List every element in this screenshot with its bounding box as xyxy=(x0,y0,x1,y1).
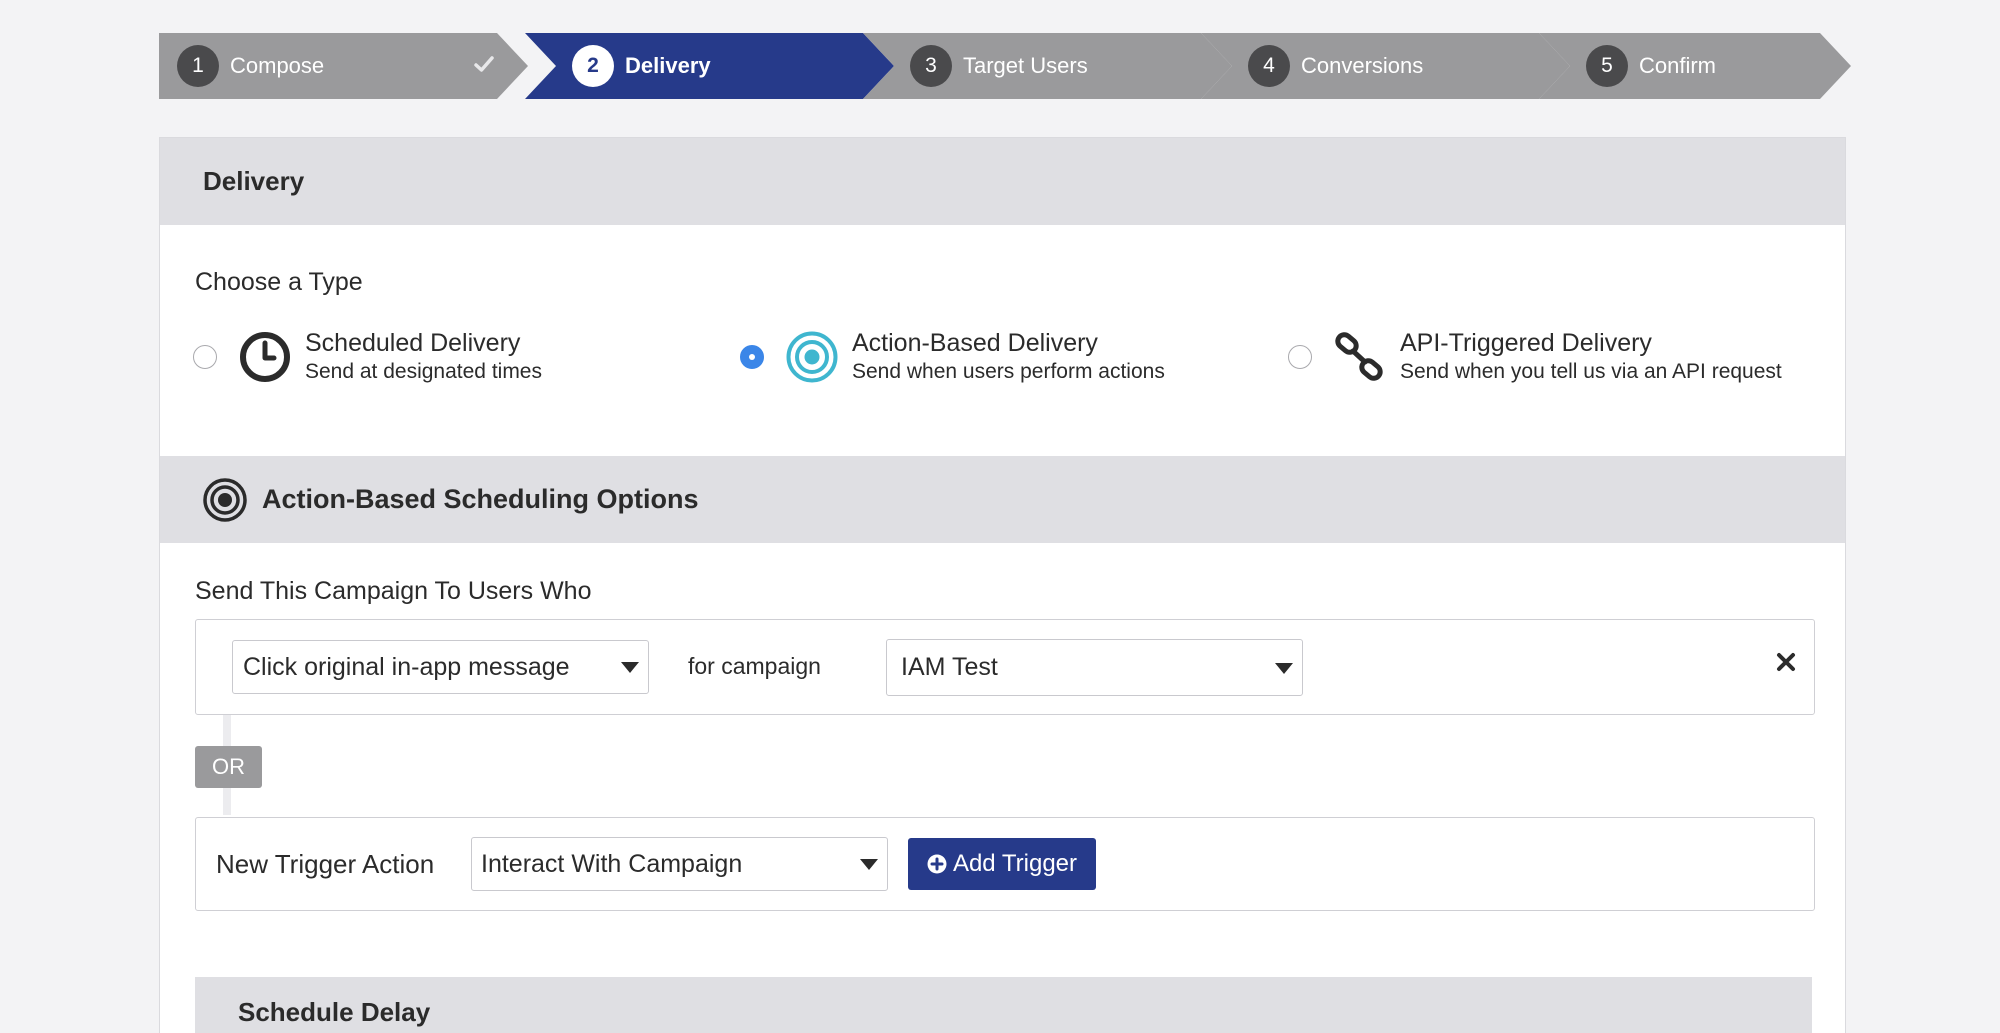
target-icon xyxy=(203,477,247,522)
select-value: IAM Test xyxy=(901,653,998,681)
step-confirm[interactable]: 5 Confirm xyxy=(1539,33,1851,99)
send-campaign-heading: Send This Campaign To Users Who xyxy=(195,577,592,605)
type-option-action-based[interactable]: Action-Based Delivery Send when users pe… xyxy=(740,328,1165,386)
or-badge: OR xyxy=(195,746,262,788)
checkmark-icon xyxy=(474,56,494,72)
step-label: Confirm xyxy=(1639,53,1717,78)
close-icon[interactable] xyxy=(1775,651,1797,673)
new-trigger-row: New Trigger Action Interact With Campaig… xyxy=(195,817,1815,911)
step-number: 2 xyxy=(572,45,614,87)
wizard-steps: 1 Compose 2 Delivery 3 Target Users 4 Co… xyxy=(159,33,1851,99)
type-option-api-triggered[interactable]: API-Triggered Delivery Send when you tel… xyxy=(1288,328,1782,386)
step-number: 3 xyxy=(910,45,952,87)
link-icon xyxy=(1335,332,1383,381)
radio-scheduled[interactable] xyxy=(193,345,217,369)
new-trigger-label: New Trigger Action xyxy=(216,849,435,879)
step-number: 4 xyxy=(1248,45,1290,87)
trigger-action-select[interactable]: Click original in-app message xyxy=(232,640,649,694)
delivery-panel: Delivery Choose a Type Scheduled Deliver… xyxy=(159,137,1846,1033)
trigger-row: Click original in-app message for campai… xyxy=(195,619,1815,715)
choose-type-heading: Choose a Type xyxy=(195,268,363,296)
schedule-delay-header: Schedule Delay xyxy=(195,977,1812,1033)
step-conversions[interactable]: 4 Conversions xyxy=(1201,33,1570,99)
step-label: Delivery xyxy=(625,53,711,78)
scheduling-options-title: Action-Based Scheduling Options xyxy=(262,484,699,514)
step-label: Conversions xyxy=(1301,53,1424,78)
type-title: Scheduled Delivery xyxy=(305,329,521,357)
scheduling-options-header: Action-Based Scheduling Options xyxy=(160,456,1845,543)
step-compose[interactable]: 1 Compose xyxy=(159,33,528,99)
type-option-scheduled[interactable]: Scheduled Delivery Send at designated ti… xyxy=(193,328,542,386)
for-campaign-label: for campaign xyxy=(688,653,821,679)
chevron-down-icon xyxy=(1275,663,1293,674)
type-subtitle: Send at designated times xyxy=(305,360,542,383)
step-label: Target Users xyxy=(963,53,1088,78)
select-value: Interact With Campaign xyxy=(481,849,743,878)
radio-api-triggered[interactable] xyxy=(1288,345,1312,369)
chevron-down-icon xyxy=(621,662,639,673)
type-subtitle: Send when you tell us via an API request xyxy=(1400,360,1782,383)
step-number: 1 xyxy=(177,45,219,87)
chevron-down-icon xyxy=(860,859,878,870)
campaign-select[interactable]: IAM Test xyxy=(886,639,1303,696)
select-value: Click original in-app message xyxy=(243,652,570,681)
step-delivery[interactable]: 2 Delivery xyxy=(525,33,894,99)
panel-title: Delivery xyxy=(160,138,1845,225)
step-number: 5 xyxy=(1586,45,1628,87)
type-subtitle: Send when users perform actions xyxy=(852,360,1165,383)
plus-circle-icon xyxy=(927,854,947,874)
step-target-users[interactable]: 3 Target Users xyxy=(863,33,1232,99)
radio-action-based[interactable] xyxy=(740,345,764,369)
target-icon xyxy=(786,331,838,383)
clock-icon xyxy=(240,332,290,382)
new-trigger-select[interactable]: Interact With Campaign xyxy=(471,837,888,891)
type-title: API-Triggered Delivery xyxy=(1400,329,1652,357)
type-title: Action-Based Delivery xyxy=(852,329,1098,357)
add-trigger-button[interactable]: Add Trigger xyxy=(908,838,1096,890)
step-label: Compose xyxy=(230,53,325,78)
add-trigger-label: Add Trigger xyxy=(952,850,1078,877)
